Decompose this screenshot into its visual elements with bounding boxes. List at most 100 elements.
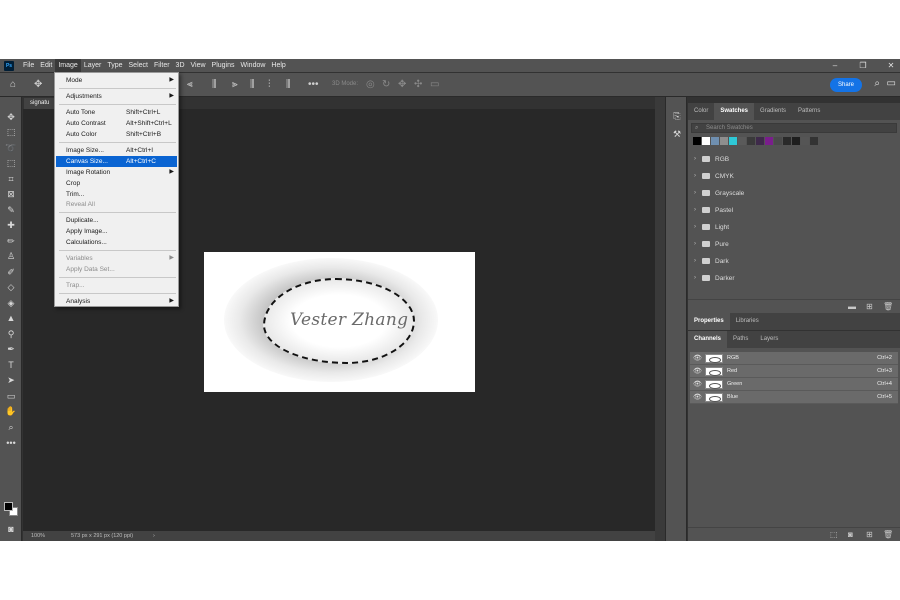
menu-item-apply-image[interactable]: Apply Image... (56, 226, 177, 237)
channel-row[interactable]: 👁 Blue Ctrl+5 (690, 391, 898, 404)
type-tool-icon[interactable]: T (4, 359, 18, 371)
channel-row[interactable]: 👁 Green Ctrl+4 (690, 378, 898, 391)
menu-item-auto-tone[interactable]: Auto Tone Shift+Ctrl+L (56, 107, 177, 118)
path-select-icon[interactable]: ➤ (4, 374, 18, 386)
move-tool-icon[interactable]: ✥ (34, 79, 42, 91)
color-swatch[interactable] (738, 137, 746, 145)
chevron-right-icon[interactable]: › (694, 236, 696, 253)
visibility-eye-icon[interactable]: 👁 (693, 378, 702, 391)
tab-properties[interactable]: Properties (688, 313, 730, 330)
brush-tool-icon[interactable]: ✏ (4, 235, 18, 247)
share-button[interactable]: Share (830, 78, 862, 92)
3d-slide-icon[interactable]: ✣ (414, 79, 422, 91)
swatch-folder[interactable]: › Pastel (688, 202, 900, 219)
swatch-folder[interactable]: › Light (688, 219, 900, 236)
color-swatch[interactable] (783, 137, 791, 145)
visibility-eye-icon[interactable]: 👁 (693, 391, 702, 404)
distribute-bottom-icon[interactable]: ⫼ (286, 79, 291, 91)
menu-layer[interactable]: Layer (81, 59, 105, 72)
tab-gradients[interactable]: Gradients (754, 103, 792, 120)
color-swatch[interactable] (702, 137, 710, 145)
edit-toolbar-icon[interactable]: ••• (4, 437, 18, 449)
menu-item-auto-contrast[interactable]: Auto Contrast Alt+Shift+Ctrl+L (56, 118, 177, 129)
zoom-level[interactable]: 100% (31, 531, 45, 541)
hand-tool-icon[interactable]: ✋ (4, 405, 18, 417)
menu-item-canvas-size[interactable]: Canvas Size... Alt+Ctrl+C (56, 156, 177, 167)
adjustments-panel-icon[interactable]: ⚒ (671, 129, 683, 141)
menu-filter[interactable]: Filter (151, 59, 173, 72)
restore-icon[interactable]: ❐ (858, 61, 868, 70)
move-tool-icon[interactable]: ✥ (4, 111, 18, 123)
color-swatch[interactable] (792, 137, 800, 145)
swatch-folder[interactable]: › Dark (688, 253, 900, 270)
distribute-top-icon[interactable]: ⫼ (250, 79, 255, 91)
menu-view[interactable]: View (188, 59, 209, 72)
3d-roll-icon[interactable]: ↻ (382, 79, 390, 91)
swatch-folder[interactable]: › Pure (688, 236, 900, 253)
history-panel-icon[interactable]: ⎘ (671, 111, 683, 123)
pen-tool-icon[interactable]: ✒ (4, 343, 18, 355)
document-tab[interactable]: signatu (24, 98, 54, 109)
delete-icon[interactable]: 🗑 (883, 302, 893, 311)
marquee-tool-icon[interactable]: ⬚ (4, 126, 18, 138)
menu-type[interactable]: Type (104, 59, 125, 72)
chevron-right-icon[interactable]: › (694, 185, 696, 202)
tab-patterns[interactable]: Patterns (792, 103, 826, 120)
color-swatch[interactable] (711, 137, 719, 145)
eraser-tool-icon[interactable]: ◇ (4, 281, 18, 293)
color-swatch[interactable] (720, 137, 728, 145)
swatch-folder[interactable]: › Darker (688, 270, 900, 287)
tab-libraries[interactable]: Libraries (730, 313, 765, 330)
menu-item-auto-color[interactable]: Auto Color Shift+Ctrl+B (56, 129, 177, 140)
swatch-folder[interactable]: › RGB (688, 151, 900, 168)
document-canvas[interactable]: Vester Zhang (204, 252, 475, 392)
menu-file[interactable]: File (20, 59, 37, 72)
menu-item-image-rotation[interactable]: Image Rotation ▶ (56, 167, 177, 178)
visibility-eye-icon[interactable]: 👁 (693, 352, 702, 365)
new-group-icon[interactable]: ▬ (848, 302, 856, 311)
home-icon[interactable]: ⌂ (10, 79, 16, 91)
menu-item-calculations[interactable]: Calculations... (56, 237, 177, 248)
channel-row[interactable]: 👁 Red Ctrl+3 (690, 365, 898, 378)
close-icon[interactable]: ✕ (886, 61, 896, 70)
menu-item-adjustments[interactable]: Adjustments ▶ (56, 91, 177, 102)
crop-tool-icon[interactable]: ⌗ (4, 173, 18, 185)
blur-tool-icon[interactable]: ▲ (4, 312, 18, 324)
new-swatch-icon[interactable]: ⊞ (866, 302, 873, 311)
3d-scale-icon[interactable]: ▭ (430, 79, 439, 91)
menu-window[interactable]: Window (238, 59, 269, 72)
align-center-icon[interactable]: ⫼ (212, 79, 217, 91)
menu-item-crop[interactable]: Crop (56, 178, 177, 189)
tab-paths[interactable]: Paths (727, 331, 754, 348)
color-swatch[interactable] (810, 137, 818, 145)
color-swatch[interactable] (774, 137, 782, 145)
dodge-tool-icon[interactable]: ⚲ (4, 328, 18, 340)
eyedropper-tool-icon[interactable]: ✎ (4, 204, 18, 216)
delete-channel-icon[interactable]: 🗑 (883, 530, 893, 539)
minimize-icon[interactable]: – (830, 61, 840, 70)
menu-3d[interactable]: 3D (173, 59, 188, 72)
chevron-right-icon[interactable]: › (694, 168, 696, 185)
shape-tool-icon[interactable]: ▭ (4, 390, 18, 402)
channel-row[interactable]: 👁 RGB Ctrl+2 (690, 352, 898, 365)
menu-help[interactable]: Help (268, 59, 288, 72)
color-swatch[interactable] (729, 137, 737, 145)
chevron-right-icon[interactable]: › (694, 270, 696, 287)
workspace-icon[interactable]: ▭ (887, 78, 896, 89)
swatch-folder[interactable]: › Grayscale (688, 185, 900, 202)
menu-plugins[interactable]: Plugins (209, 59, 238, 72)
clone-stamp-icon[interactable]: ♙ (4, 250, 18, 262)
chevron-right-icon[interactable]: › (694, 202, 696, 219)
menu-image[interactable]: Image (55, 59, 81, 72)
align-left-icon[interactable]: ⫷ (187, 79, 193, 91)
swatch-search-input[interactable]: ⌕ Search Swatches (691, 123, 897, 133)
load-selection-icon[interactable]: ⬚ (830, 530, 838, 539)
history-brush-icon[interactable]: ✐ (4, 266, 18, 278)
color-swatch[interactable] (693, 137, 701, 145)
lasso-tool-icon[interactable]: ➰ (4, 142, 18, 154)
save-selection-icon[interactable]: ◙ (848, 530, 853, 539)
chevron-right-icon[interactable]: › (694, 253, 696, 270)
status-menu-arrow[interactable]: › (153, 531, 155, 541)
tab-channels[interactable]: Channels (688, 331, 728, 348)
3d-pan-icon[interactable]: ✥ (398, 79, 406, 91)
